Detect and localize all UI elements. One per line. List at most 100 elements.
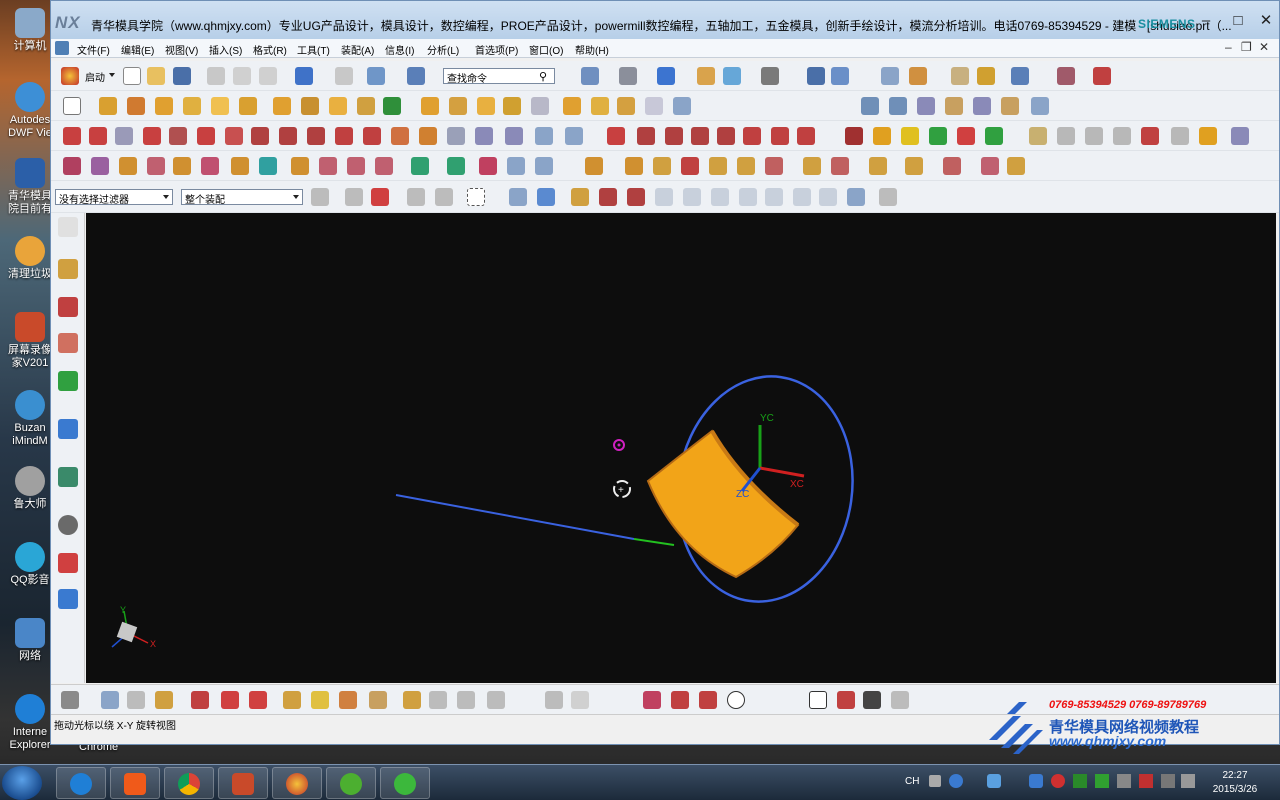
layer-settings-icon[interactable] <box>723 67 741 85</box>
nx-menu-icon[interactable] <box>55 41 69 55</box>
body-icon[interactable] <box>673 97 691 115</box>
view-orient-icon[interactable] <box>657 67 675 85</box>
tray-red-icon[interactable] <box>1051 774 1065 788</box>
check-icon[interactable] <box>1095 774 1109 788</box>
slider-icon[interactable] <box>1171 127 1189 145</box>
datum-axis-icon[interactable] <box>665 127 683 145</box>
chamfer-curve-icon[interactable] <box>771 127 789 145</box>
start-icon[interactable] <box>61 67 79 85</box>
patch-icon[interactable] <box>645 97 663 115</box>
extract-curve-icon[interactable] <box>391 127 409 145</box>
shell-icon[interactable] <box>477 97 495 115</box>
bottom-studio-spline-icon[interactable] <box>643 691 661 709</box>
bottom-arc-icon[interactable] <box>699 691 717 709</box>
web-browser-tab-icon[interactable] <box>58 419 78 439</box>
taskbar-taobao[interactable] <box>110 767 160 799</box>
bottom-tool-7-icon[interactable] <box>249 691 267 709</box>
section-curve-icon[interactable] <box>363 127 381 145</box>
trim-body-icon[interactable] <box>531 97 549 115</box>
cylinder-icon[interactable] <box>183 97 201 115</box>
text-curve-icon[interactable] <box>225 127 243 145</box>
mold-tools-icon[interactable] <box>1029 127 1047 145</box>
mold-base-icon[interactable] <box>1113 127 1131 145</box>
layer-icon[interactable] <box>697 67 715 85</box>
sync-replace-face-icon[interactable] <box>147 157 165 175</box>
sync-pull-face-icon[interactable] <box>91 157 109 175</box>
menu-assembly[interactable]: 装配(A) <box>341 42 374 57</box>
bottom-tool-1-icon[interactable] <box>61 691 79 709</box>
block-icon[interactable] <box>155 97 173 115</box>
assembly-replace-icon[interactable] <box>765 157 783 175</box>
datum-csys-icon[interactable] <box>691 127 709 145</box>
insert-icon[interactable] <box>1199 127 1217 145</box>
sync-make-symmetric-icon[interactable] <box>411 157 429 175</box>
polygon-icon[interactable] <box>197 127 215 145</box>
assembly-add-icon[interactable] <box>585 157 603 175</box>
snap-point-on-face-icon[interactable] <box>847 188 865 206</box>
save-icon[interactable] <box>173 67 191 85</box>
scale-curve-icon[interactable] <box>565 127 583 145</box>
sync-angular-dim-icon[interactable] <box>479 157 497 175</box>
bottom-tool-11-icon[interactable] <box>369 691 387 709</box>
shaded-icon[interactable] <box>619 67 637 85</box>
nvidia-icon[interactable] <box>1073 774 1087 788</box>
flag-icon[interactable] <box>1139 774 1153 788</box>
bottom-tool-2-icon[interactable] <box>101 691 119 709</box>
palette-tab-icon[interactable] <box>58 553 78 573</box>
sync-move-face-icon[interactable] <box>63 157 81 175</box>
sync-linear-dim-icon[interactable] <box>447 157 465 175</box>
dimension-icon[interactable] <box>1093 67 1111 85</box>
assembly-sequence-icon[interactable] <box>831 157 849 175</box>
sketch-plane-icon[interactable] <box>63 97 81 115</box>
bottom-tool-3-icon[interactable] <box>127 691 145 709</box>
snap-endpoint-icon[interactable] <box>571 188 589 206</box>
bottom-tool-8-icon[interactable] <box>283 691 301 709</box>
sync-copy-face-icon[interactable] <box>231 157 249 175</box>
constraint-navigator-tab-icon[interactable] <box>58 297 78 317</box>
snap-intersection-icon[interactable] <box>655 188 673 206</box>
network-tray-icon[interactable] <box>1161 774 1175 788</box>
taskbar-nx[interactable] <box>272 767 322 799</box>
trim-curve-icon[interactable] <box>419 127 437 145</box>
title-bar[interactable]: NX 青华模具学院（www.qhmjxy.com）专业UG产品设计，模具设计，数… <box>51 1 1279 39</box>
unite-icon[interactable] <box>357 97 375 115</box>
analysis-icon[interactable] <box>1011 67 1029 85</box>
conic-icon[interactable] <box>169 127 187 145</box>
bottom-tool-5-icon[interactable] <box>191 691 209 709</box>
sketch-icon[interactable] <box>909 67 927 85</box>
redo-icon[interactable] <box>335 67 353 85</box>
help-icon[interactable] <box>949 774 963 788</box>
bottom-tool-17-icon[interactable] <box>571 691 589 709</box>
snap-tangent-icon[interactable] <box>711 188 729 206</box>
menu-info[interactable]: 信息(I) <box>385 42 414 57</box>
bottom-polyline-icon[interactable] <box>837 691 855 709</box>
pattern-icon[interactable] <box>329 97 347 115</box>
menu-tools[interactable]: 工具(T) <box>297 42 330 57</box>
bottom-tool-6-icon[interactable] <box>221 691 239 709</box>
bottom-tool-9-icon[interactable] <box>311 691 329 709</box>
new-file-icon[interactable] <box>123 67 141 85</box>
curve-length-icon[interactable] <box>475 127 493 145</box>
bottom-tool-15-icon[interactable] <box>487 691 505 709</box>
bottom-tool-13-icon[interactable] <box>429 691 447 709</box>
menu-analysis[interactable]: 分析(L) <box>427 42 459 57</box>
part-navigator-tab-icon[interactable] <box>58 333 78 353</box>
chamfer-icon[interactable] <box>449 97 467 115</box>
hole-icon[interactable] <box>273 97 291 115</box>
window-icon[interactable] <box>367 67 385 85</box>
replace-face-icon[interactable] <box>985 127 1003 145</box>
draft-icon[interactable] <box>503 97 521 115</box>
snap-bounded-grid-icon[interactable] <box>879 188 897 206</box>
viewport-canvas[interactable]: YC XC ZC + Y X <box>86 213 1276 683</box>
assembly-navigator-tab-icon[interactable] <box>58 259 78 279</box>
general-select-icon[interactable] <box>311 188 329 206</box>
project-curve-icon[interactable] <box>307 127 325 145</box>
smooth-curve-icon[interactable] <box>797 127 815 145</box>
menu-minimize-button[interactable]: – <box>1225 40 1232 54</box>
menu-file[interactable]: 文件(F) <box>77 42 110 57</box>
selection-filter-dropdown[interactable]: 没有选择过滤器 <box>55 189 173 205</box>
start-label[interactable]: 启动 <box>85 69 105 84</box>
revolve-icon[interactable] <box>127 97 145 115</box>
extension-icon[interactable] <box>1031 97 1049 115</box>
sheet-metal-icon[interactable] <box>881 67 899 85</box>
